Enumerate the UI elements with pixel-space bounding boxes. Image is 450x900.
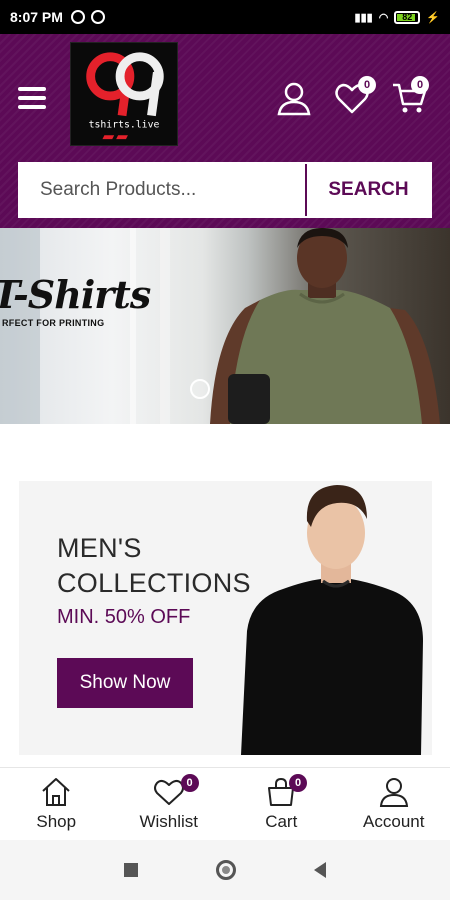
wishlist-count-badge: 0 — [358, 76, 376, 94]
promo-offer: MIN. 50% OFF — [57, 606, 191, 628]
app-header: tshirts.live 0 0 SEARCH — [0, 34, 450, 228]
wifi-icon: ◠ — [378, 11, 389, 24]
hamburger-icon-bar — [18, 96, 46, 100]
hamburger-icon-bar — [18, 105, 46, 109]
user-icon — [379, 778, 408, 807]
cart-badge: 0 — [289, 774, 307, 792]
nav-label: Shop — [36, 812, 77, 831]
bottom-navigation: Shop 0 Wishlist 0 Cart Account — [0, 767, 450, 840]
hero-subtitle: RFECT FOR PRINTING — [2, 318, 105, 328]
battery-icon: 82 — [394, 10, 421, 24]
search-bar: SEARCH — [18, 162, 432, 218]
promo-title: MEN'S COLLECTIONS — [57, 531, 251, 601]
search-input[interactable] — [20, 164, 305, 216]
carousel-indicator[interactable] — [190, 379, 210, 399]
promo-title-line: MEN'S — [57, 533, 142, 563]
banner-background-detail — [130, 228, 136, 424]
show-now-button[interactable]: Show Now — [57, 658, 193, 708]
nav-wishlist[interactable]: 0 Wishlist — [113, 768, 226, 840]
nav-label: Cart — [265, 812, 298, 831]
hamburger-icon-bar — [18, 87, 46, 91]
user-icon — [277, 82, 311, 116]
signal-icon: ▮▮▮ — [354, 11, 373, 24]
heart-icon — [153, 779, 184, 805]
logo-graphic: tshirts.live — [86, 52, 164, 140]
search-button[interactable]: SEARCH — [305, 164, 430, 216]
promo-model-image — [241, 485, 423, 755]
battery-level: 82 — [402, 11, 413, 22]
wishlist-badge: 0 — [180, 774, 199, 792]
hero-title: T-Shirts — [0, 272, 151, 317]
brand-logo[interactable]: tshirts.live — [70, 42, 178, 146]
nav-label: Wishlist — [139, 812, 199, 831]
cart-count-badge: 0 — [411, 76, 429, 94]
back-icon[interactable] — [314, 862, 326, 878]
status-bar: 8:07 PM ▮▮▮ ◠ 82 ⚡ — [0, 0, 450, 34]
account-button[interactable] — [276, 80, 312, 116]
banner-model-image — [210, 228, 440, 424]
nav-shop[interactable]: Shop — [0, 768, 113, 840]
notification-icon — [70, 10, 85, 24]
home-circle-icon[interactable] — [216, 860, 236, 880]
hero-banner[interactable]: T-Shirts RFECT FOR PRINTING — [0, 228, 450, 424]
nav-account[interactable]: Account — [338, 768, 450, 840]
notification-icon — [90, 10, 105, 24]
charging-icon: ⚡ — [426, 11, 440, 24]
promo-title-line: COLLECTIONS — [57, 568, 251, 598]
home-icon — [42, 778, 70, 806]
banner-background-detail — [160, 228, 170, 424]
status-time: 8:07 PM — [10, 9, 63, 25]
recents-icon[interactable] — [124, 863, 138, 877]
mens-collection-card: MEN'S COLLECTIONS MIN. 50% OFF Show Now — [19, 481, 432, 755]
system-navigation-bar — [0, 840, 450, 900]
nav-label: Account — [363, 812, 425, 831]
menu-button[interactable] — [18, 87, 46, 109]
nav-cart[interactable]: 0 Cart — [225, 768, 338, 840]
status-icons: ▮▮▮ ◠ 82 ⚡ — [354, 10, 440, 24]
logo-text: tshirts.live — [89, 119, 160, 130]
